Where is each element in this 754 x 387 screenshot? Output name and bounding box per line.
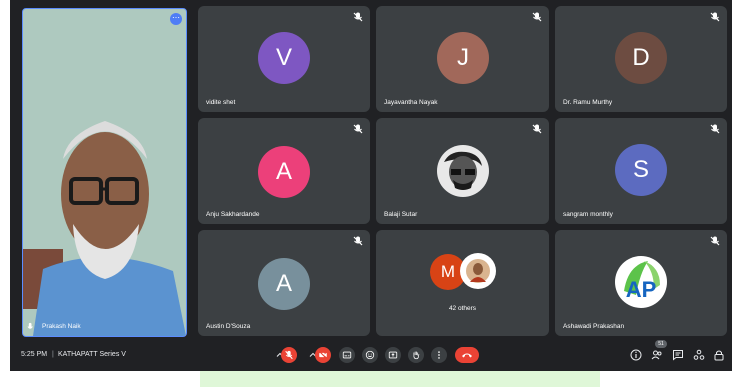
- participant-tile[interactable]: J Jayavantha Nayak: [376, 6, 549, 112]
- camera-off-icon: [318, 350, 328, 360]
- participant-tile[interactable]: D Dr. Ramu Murthy: [555, 6, 727, 112]
- participant-name: sangram monthly: [563, 211, 613, 218]
- end-call-icon: [462, 353, 472, 358]
- captions-button[interactable]: [339, 347, 355, 363]
- participant-name: Balaji Sutar: [384, 211, 418, 218]
- participants-count-badge: 51: [655, 340, 667, 348]
- profile-photo: [437, 145, 489, 197]
- participant-tile[interactable]: S sangram monthly: [555, 118, 727, 224]
- people-icon[interactable]: [651, 349, 663, 361]
- more-options-icon: [438, 351, 440, 359]
- participant-name: Austin D'Souza: [206, 323, 251, 330]
- meet-window: ⋯ Prakash Naik V vidite shet J Jayavanth…: [10, 0, 732, 371]
- avatar: [460, 253, 496, 289]
- ap-logo: AP: [615, 256, 667, 308]
- avatar: A: [258, 258, 310, 310]
- participant-name: Ashawadi Prakashan: [563, 323, 625, 330]
- more-options-button[interactable]: [431, 347, 447, 363]
- avatar: V: [258, 32, 310, 84]
- present-icon: [388, 351, 398, 359]
- participant-name: Anju Sakhardande: [206, 211, 260, 218]
- self-video-frame: [23, 9, 186, 336]
- activities-icon[interactable]: [693, 349, 705, 361]
- raise-hand-icon: [413, 351, 420, 360]
- mic-off-icon: [710, 12, 720, 22]
- mic-off-icon: [710, 236, 720, 246]
- participant-name: vidite shet: [206, 99, 236, 106]
- audio-level-icon: [27, 322, 33, 329]
- avatar: A: [258, 146, 310, 198]
- others-tile[interactable]: M 42 others: [376, 230, 549, 336]
- emoji-icon: [365, 350, 375, 360]
- self-name-label: Prakash Naik: [27, 322, 81, 331]
- mic-off-icon: [710, 124, 720, 134]
- ap-logo-text: AP: [626, 277, 657, 302]
- microphone-button[interactable]: [281, 347, 297, 363]
- captions-icon: [342, 351, 352, 359]
- profile-photo: [466, 259, 490, 283]
- host-controls-icon[interactable]: [713, 349, 725, 361]
- participant-name: Jayavantha Nayak: [384, 99, 438, 106]
- others-count-label: 42 others: [448, 305, 477, 312]
- meeting-title: KATHAPATT Series V: [58, 351, 126, 358]
- end-call-button[interactable]: [455, 347, 479, 363]
- mic-off-icon: [532, 12, 542, 22]
- meeting-time: 5:25 PM: [21, 351, 48, 358]
- participant-name: Dr. Ramu Murthy: [563, 99, 613, 106]
- chat-icon[interactable]: [672, 349, 684, 361]
- self-options-button[interactable]: ⋯: [170, 13, 182, 25]
- control-bar: 5:25 PM | KATHAPATT Series V 51: [10, 339, 732, 371]
- participant-tile[interactable]: AP Ashawadi Prakashan: [555, 230, 727, 336]
- present-button[interactable]: [385, 347, 401, 363]
- participant-tile[interactable]: A Austin D'Souza: [198, 230, 370, 336]
- avatar: D: [615, 32, 667, 84]
- avatar: S: [615, 144, 667, 196]
- camera-button[interactable]: [315, 347, 331, 363]
- mic-off-icon: [285, 350, 293, 360]
- mic-off-icon: [532, 124, 542, 134]
- raise-hand-button[interactable]: [408, 347, 424, 363]
- mic-off-icon: [353, 236, 363, 246]
- participant-tile[interactable]: A Anju Sakhardande: [198, 118, 370, 224]
- time-separator: |: [52, 351, 54, 358]
- self-view-tile[interactable]: ⋯ Prakash Naik: [22, 8, 187, 337]
- participant-tile[interactable]: Balaji Sutar: [376, 118, 549, 224]
- background-stripe: [200, 371, 600, 387]
- participant-tile[interactable]: V vidite shet: [198, 6, 370, 112]
- mic-off-icon: [353, 12, 363, 22]
- emoji-button[interactable]: [362, 347, 378, 363]
- avatar: J: [437, 32, 489, 84]
- info-icon[interactable]: [630, 349, 642, 361]
- mic-off-icon: [353, 124, 363, 134]
